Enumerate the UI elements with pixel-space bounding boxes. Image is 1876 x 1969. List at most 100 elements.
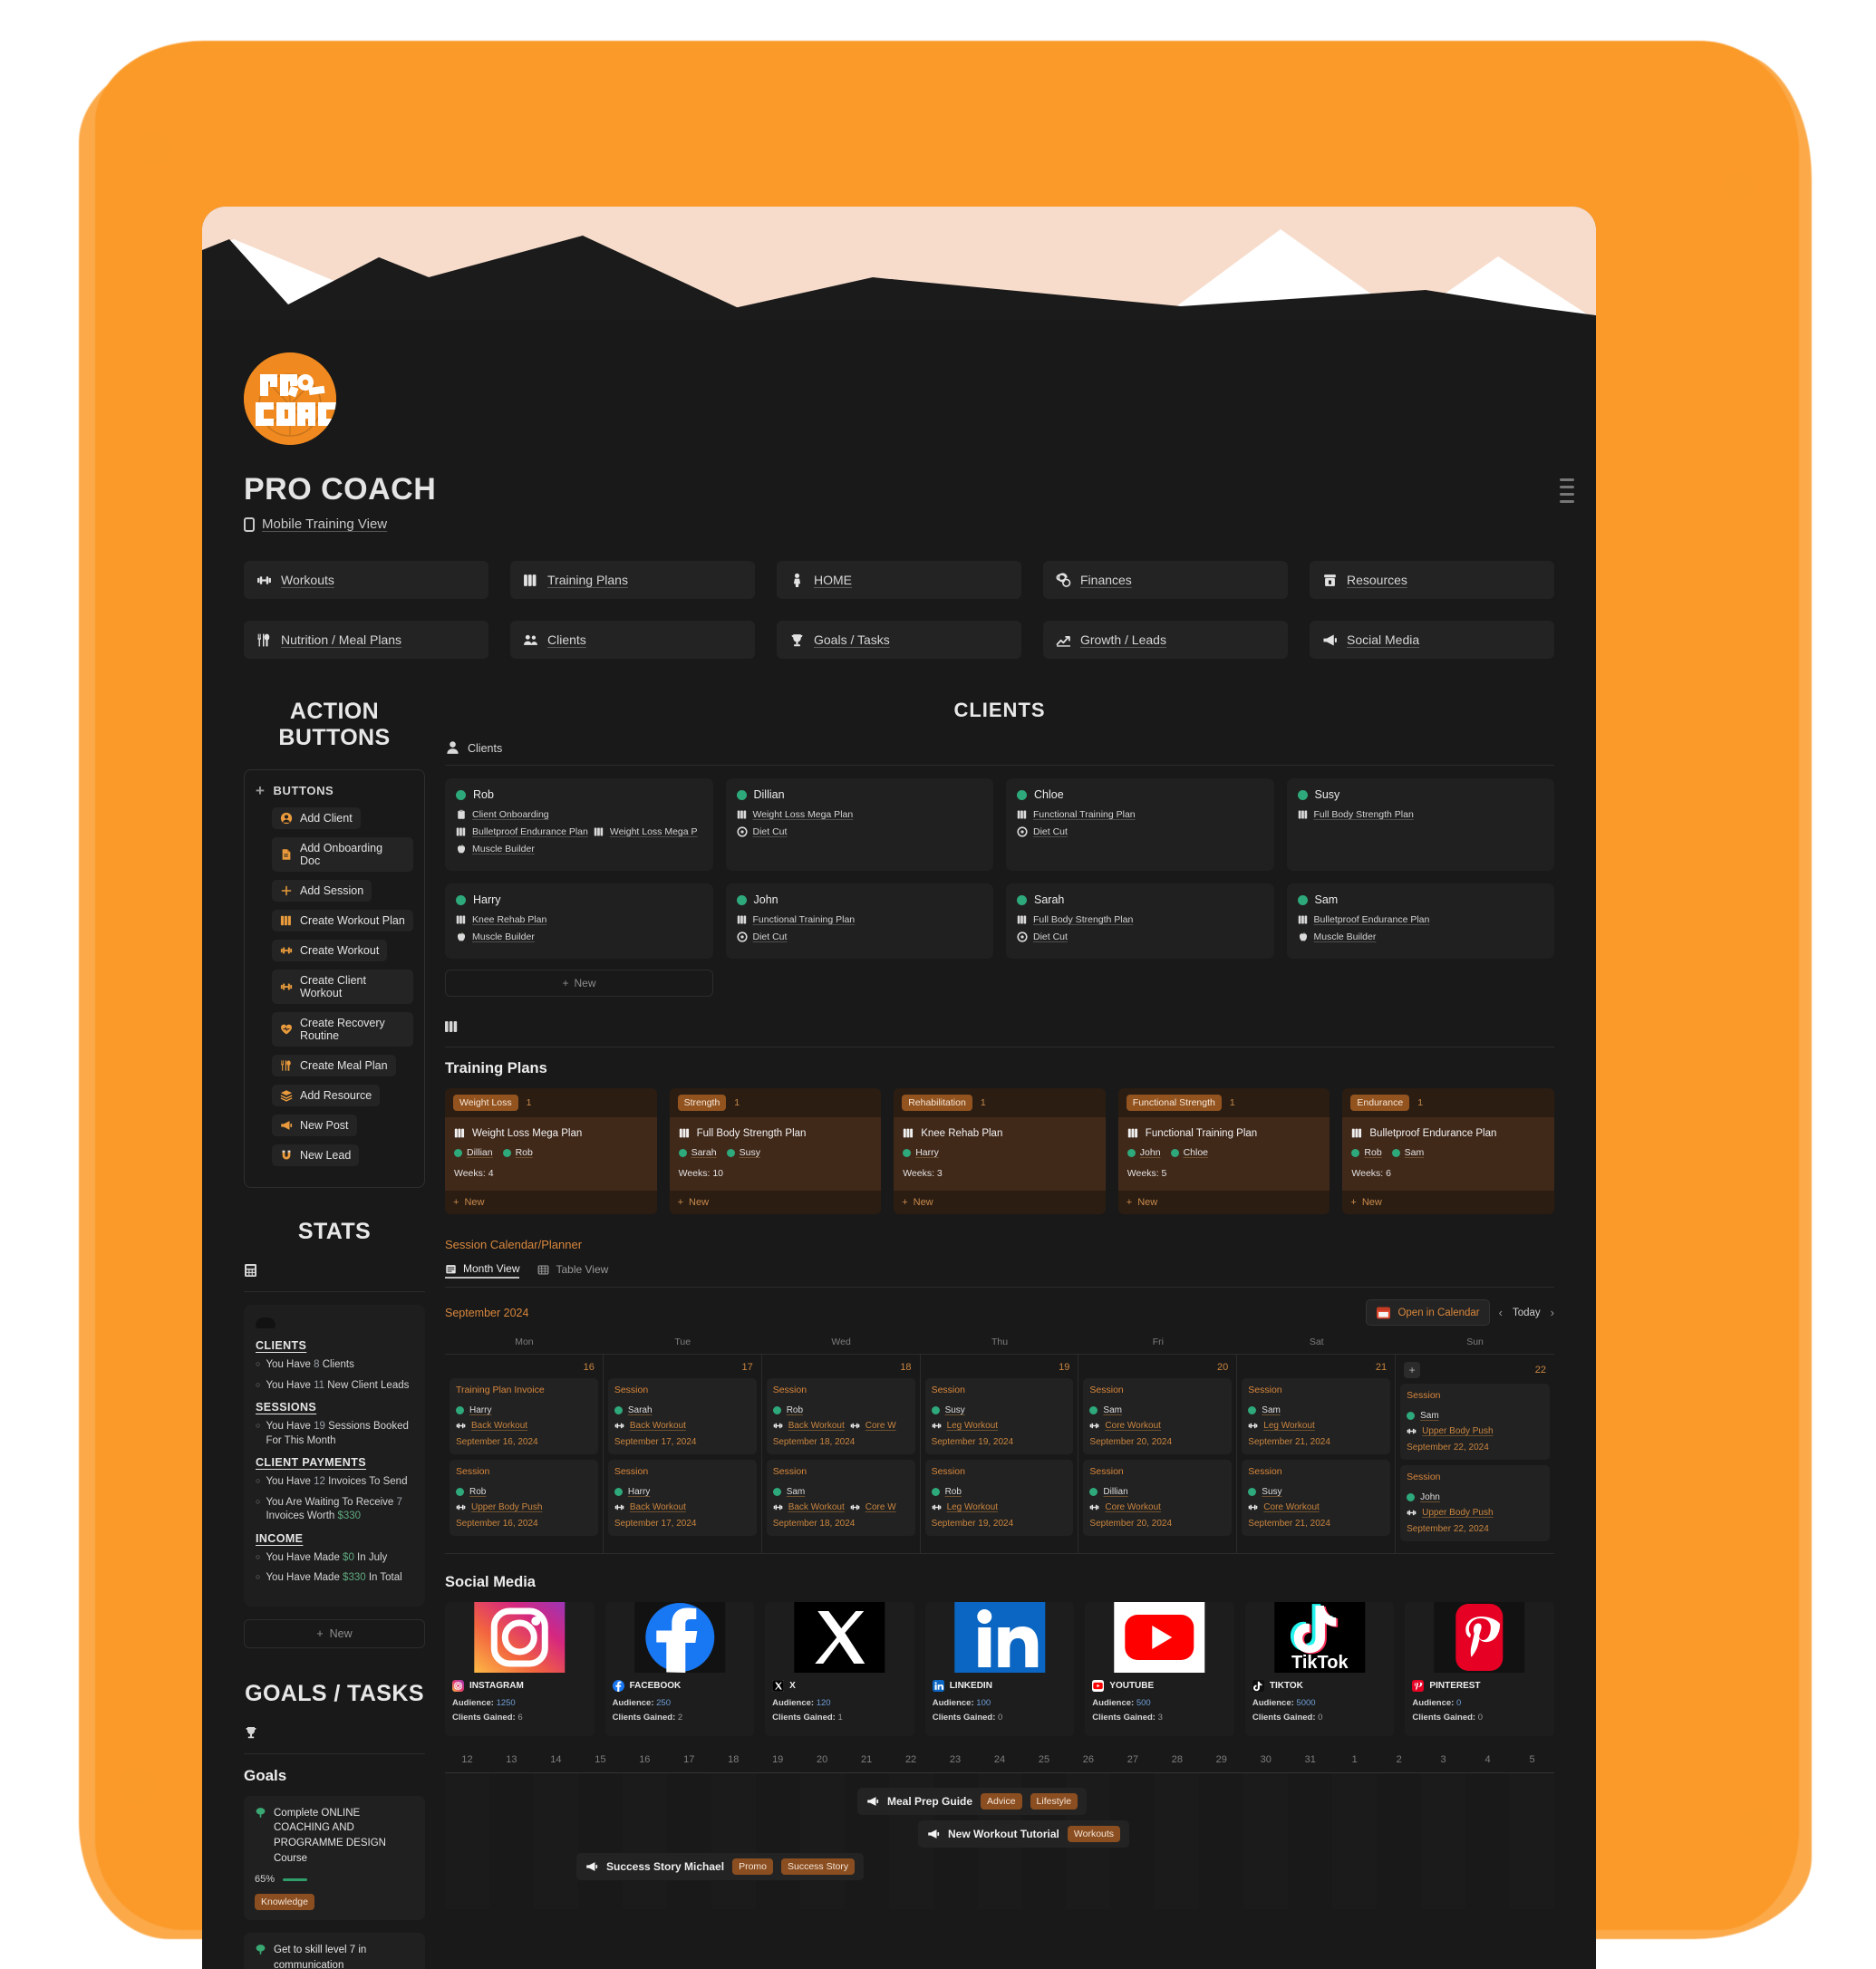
training-plan-card[interactable]: Knee Rehab Plan Harry Weeks: 3 — [894, 1117, 1106, 1191]
chevron-right-icon[interactable]: › — [1551, 1306, 1554, 1319]
calendar-view-tabs: Month View Table View — [445, 1262, 1554, 1288]
timeline-post-item[interactable]: Meal Prep Guide Advice Lifestyle — [857, 1788, 1088, 1815]
action-button-create-meal-plan[interactable]: Create Meal Plan — [272, 1055, 396, 1076]
calendar-day-cell[interactable]: 20 Session Sam Core Workout September 20… — [1078, 1355, 1238, 1554]
training-plan-card[interactable]: Full Body Strength Plan Sarah Susy Weeks… — [669, 1117, 882, 1191]
calendar-event[interactable]: Session Sam Back Workout Core W Septembe… — [766, 1460, 915, 1536]
today-button[interactable]: Today — [1513, 1308, 1541, 1318]
action-button-add-resource[interactable]: Add Resource — [272, 1085, 381, 1106]
apple-icon — [456, 931, 467, 942]
audience-value: 120 — [816, 1698, 831, 1708]
action-button-new-lead[interactable]: New Lead — [272, 1144, 360, 1166]
nav-item-social-media[interactable]: Social Media — [1310, 621, 1554, 659]
calendar-day-cell[interactable]: 19 Session Susy Leg Workout September 19… — [920, 1355, 1079, 1554]
client-card[interactable]: John Functional Training Plan Diet Cut — [725, 883, 993, 959]
open-in-calendar-button[interactable]: Open in Calendar — [1366, 1299, 1490, 1326]
training-plan-new-button[interactable]: + New — [445, 1191, 657, 1214]
screenshot-root: PRO COACH Mobile Training View Workouts … — [0, 0, 1876, 1969]
action-button-create-workout[interactable]: Create Workout — [272, 940, 388, 961]
event-person: Susy — [1262, 1487, 1282, 1497]
action-button-new-post[interactable]: New Post — [272, 1115, 357, 1136]
timeline-post-item[interactable]: Success Story Michael Promo Success Story — [576, 1853, 865, 1880]
calendar-event[interactable]: Session Rob Leg Workout September 19, 20… — [924, 1460, 1074, 1536]
client-card[interactable]: Chloe Functional Training Plan Diet Cut — [1006, 778, 1274, 871]
audience-label: Audience: — [1092, 1698, 1135, 1708]
training-plan-card[interactable]: Bulletproof Endurance Plan Rob Sam Weeks… — [1342, 1117, 1554, 1191]
social-card-linkedin[interactable]: LINKEDIN Audience: 100 Clients Gained: 0 — [924, 1602, 1075, 1736]
action-button-create-workout-plan[interactable]: Create Workout Plan — [272, 910, 413, 931]
chevron-left-icon[interactable]: ‹ — [1499, 1306, 1503, 1319]
timeline-post-item[interactable]: New Workout Tutorial Workouts — [918, 1820, 1130, 1848]
goal-card[interactable]: Get to skill level 7 in communication 30… — [244, 1933, 425, 1969]
training-plan-new-button[interactable]: + New — [894, 1191, 1106, 1214]
training-plan-card[interactable]: Functional Training Plan John Chloe Week… — [1117, 1117, 1330, 1191]
books-icon — [903, 1127, 914, 1139]
action-button-add-onboarding-doc[interactable]: Add Onboarding Doc — [272, 837, 413, 872]
stats-new-button[interactable]: + New — [244, 1618, 425, 1648]
goal-card[interactable]: Complete ONLINE COACHING AND PROGRAMME D… — [244, 1795, 425, 1921]
plus-icon[interactable]: + — [256, 783, 266, 798]
calendar-tab-month view[interactable]: Month View — [445, 1262, 520, 1279]
calendar-day-cell[interactable]: 18 Session Rob Back Workout Core W Septe… — [761, 1355, 921, 1554]
social-card-tiktok[interactable]: TikTok TIKTOK Audience: 5000 Clients Gai… — [1244, 1602, 1395, 1736]
calendar-event[interactable]: Session Sarah Back Workout September 17,… — [607, 1378, 757, 1454]
social-card-pinterest[interactable]: PINTEREST Audience: 0 Clients Gained: 0 — [1405, 1602, 1554, 1736]
nav-item-finances[interactable]: Finances — [1043, 561, 1288, 599]
training-plan-header: Rehabilitation 1 — [894, 1088, 1106, 1117]
calendar-event[interactable]: Session John Upper Body Push September 2… — [1400, 1465, 1550, 1541]
calendar-event[interactable]: Session Dillian Core Workout September 2… — [1083, 1460, 1233, 1536]
social-card-x[interactable]: X Audience: 120 Clients Gained: 1 — [765, 1602, 914, 1736]
clients-gained-label: Clients Gained: — [612, 1713, 676, 1723]
client-card[interactable]: Dillian Weight Loss Mega Plan Diet Cut — [725, 778, 993, 871]
client-card[interactable]: Susy Full Body Strength Plan — [1286, 778, 1554, 871]
training-plan-new-button[interactable]: + New — [1342, 1191, 1554, 1214]
calendar-day-cell[interactable]: 16 Training Plan Invoice Harry Back Work… — [445, 1355, 604, 1554]
action-button-create-client-workout[interactable]: Create Client Workout — [272, 970, 413, 1004]
calendar-tab-table view[interactable]: Table View — [537, 1263, 608, 1278]
plus-icon — [280, 884, 293, 897]
action-button-create-recovery-routine[interactable]: Create Recovery Routine — [272, 1012, 413, 1047]
client-card[interactable]: Rob Client Onboarding Bulletproof Endura… — [445, 778, 713, 871]
training-plan-card[interactable]: Weight Loss Mega Plan Dillian Rob Weeks:… — [445, 1117, 657, 1191]
calendar-day-cell[interactable]: 21 Session Sam Leg Workout September 21,… — [1237, 1355, 1397, 1554]
open-in-calendar-label: Open in Calendar — [1397, 1307, 1480, 1318]
calendar-event[interactable]: Session Rob Back Workout Core W Septembe… — [766, 1378, 915, 1454]
calendar-event[interactable]: Training Plan Invoice Harry Back Workout… — [450, 1378, 598, 1454]
calendar-event[interactable]: Session Sam Core Workout September 20, 2… — [1083, 1378, 1233, 1454]
status-dot — [1351, 1148, 1360, 1157]
calendar-day-cell[interactable]: + 22 Session Sam Upper Body Push Septemb… — [1396, 1355, 1554, 1554]
training-plan-new-button[interactable]: + New — [1117, 1191, 1330, 1214]
calendar-event[interactable]: Session Sam Leg Workout September 21, 20… — [1242, 1378, 1391, 1454]
calendar-event[interactable]: Session Susy Leg Workout September 19, 2… — [924, 1378, 1074, 1454]
social-card-facebook[interactable]: FACEBOOK Audience: 250 Clients Gained: 2 — [604, 1602, 755, 1736]
action-button-add-client[interactable]: Add Client — [272, 807, 361, 829]
books-icon — [679, 1127, 691, 1139]
training-plan-new-button[interactable]: + New — [669, 1191, 882, 1214]
nav-item-nutrition-meal-plans[interactable]: Nutrition / Meal Plans — [244, 621, 488, 659]
calendar-event[interactable]: Session Sam Upper Body Push September 22… — [1400, 1384, 1550, 1460]
social-card-youtube[interactable]: YOUTUBE Audience: 500 Clients Gained: 3 — [1085, 1602, 1234, 1736]
client-card[interactable]: Harry Knee Rehab Plan Muscle Builder — [445, 883, 713, 959]
nav-item-home[interactable]: HOME — [777, 561, 1021, 599]
window-menu-button[interactable] — [1560, 478, 1574, 503]
nav-item-clients[interactable]: Clients — [510, 621, 755, 659]
nav-item-goals-tasks[interactable]: Goals / Tasks — [777, 621, 1021, 659]
calendar-event[interactable]: Session Harry Back Workout September 17,… — [607, 1460, 757, 1536]
social-audience: Audience: 250 — [613, 1698, 748, 1708]
nav-item-growth-leads[interactable]: Growth / Leads — [1043, 621, 1288, 659]
social-card-instagram[interactable]: INSTAGRAM Audience: 1250 Clients Gained:… — [445, 1602, 595, 1736]
nav-item-resources[interactable]: Resources — [1310, 561, 1554, 599]
nav-item-workouts[interactable]: Workouts — [244, 561, 488, 599]
calendar-day-cell[interactable]: 17 Session Sarah Back Workout September … — [603, 1355, 762, 1554]
calendar-event[interactable]: Session Rob Upper Body Push September 16… — [450, 1460, 598, 1536]
calendar-event[interactable]: Session Susy Core Workout September 21, … — [1242, 1460, 1391, 1536]
dumbbell-icon — [1248, 1421, 1258, 1431]
add-event-button[interactable]: + — [1404, 1362, 1421, 1378]
stack-icon — [280, 1089, 293, 1102]
clients-new-button[interactable]: + New — [445, 970, 713, 997]
nav-item-training-plans[interactable]: Training Plans — [510, 561, 755, 599]
status-dot — [772, 1406, 781, 1414]
client-card[interactable]: Sam Bulletproof Endurance Plan Muscle Bu… — [1286, 883, 1554, 959]
client-card[interactable]: Sarah Full Body Strength Plan Diet Cut — [1006, 883, 1274, 959]
action-button-add-session[interactable]: Add Session — [272, 880, 372, 902]
